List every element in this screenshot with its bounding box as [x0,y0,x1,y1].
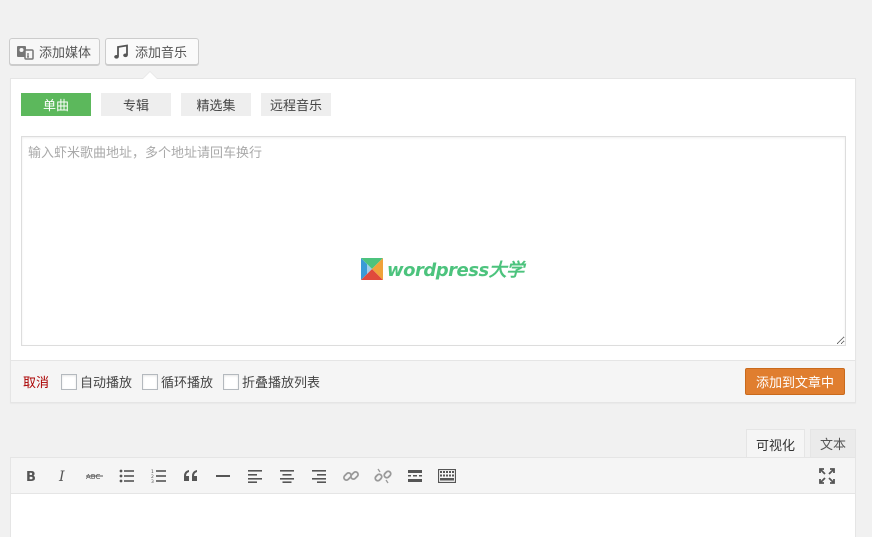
tab-visual[interactable]: 可视化 [745,429,805,458]
add-music-button[interactable]: 添加音乐 [105,38,199,65]
fullscreen-icon[interactable] [815,464,839,488]
option-collapse-playlist[interactable]: 折叠播放列表 [223,372,320,391]
song-url-input[interactable] [21,136,846,346]
svg-text:I: I [58,469,65,483]
bold-icon[interactable]: B [19,464,43,488]
add-music-label: 添加音乐 [135,46,188,61]
editor-mode-tabs: 可视化 文本 [741,429,856,458]
tab-album[interactable]: 专辑 [101,93,171,116]
music-panel-footer: 取消 自动播放 循环播放 折叠播放列表 添加到文章中 [11,360,855,402]
option-autoplay[interactable]: 自动播放 [61,372,132,391]
align-left-icon[interactable] [243,464,267,488]
panel-pointer-inner [143,72,157,79]
editor-toolbar: B I ABC 123 [11,458,855,494]
strikethrough-icon[interactable]: ABC [83,464,107,488]
tab-text[interactable]: 文本 [809,429,856,457]
collapse-playlist-checkbox[interactable] [223,373,240,390]
autoplay-checkbox[interactable] [61,373,78,390]
add-to-post-button[interactable]: 添加到文章中 [744,368,845,395]
media-icon [16,43,34,61]
music-panel: 单曲 专辑 精选集 远程音乐 wordpress大学 取消 自动播放 循环播放 … [10,78,856,403]
align-center-icon[interactable] [275,464,299,488]
loop-label: 循环播放 [161,376,214,391]
autoplay-label: 自动播放 [80,376,133,391]
numbered-list-icon[interactable]: 123 [147,464,171,488]
tab-collection[interactable]: 精选集 [181,93,251,116]
italic-icon[interactable]: I [51,464,75,488]
collapse-playlist-label: 折叠播放列表 [242,376,321,391]
cancel-link[interactable]: 取消 [23,372,49,391]
link-icon[interactable] [339,464,363,488]
add-media-button[interactable]: 添加媒体 [9,38,100,65]
music-note-icon [112,43,130,61]
loop-checkbox[interactable] [142,373,159,390]
horizontal-rule-icon[interactable] [211,464,235,488]
svg-text:B: B [26,470,36,483]
add-media-label: 添加媒体 [39,46,92,61]
bullet-list-icon[interactable] [115,464,139,488]
blockquote-icon[interactable] [179,464,203,488]
post-editor: B I ABC 123 [10,457,856,537]
tab-single[interactable]: 单曲 [21,93,91,116]
read-more-icon[interactable] [403,464,427,488]
unlink-icon[interactable] [371,464,395,488]
toolbar-toggle-icon[interactable] [435,464,459,488]
music-tabs: 单曲 专辑 精选集 远程音乐 [21,93,341,116]
svg-text:ABC: ABC [86,473,100,481]
tab-remote-music[interactable]: 远程音乐 [261,93,331,116]
align-right-icon[interactable] [307,464,331,488]
svg-text:3: 3 [151,479,154,483]
option-loop[interactable]: 循环播放 [142,372,213,391]
